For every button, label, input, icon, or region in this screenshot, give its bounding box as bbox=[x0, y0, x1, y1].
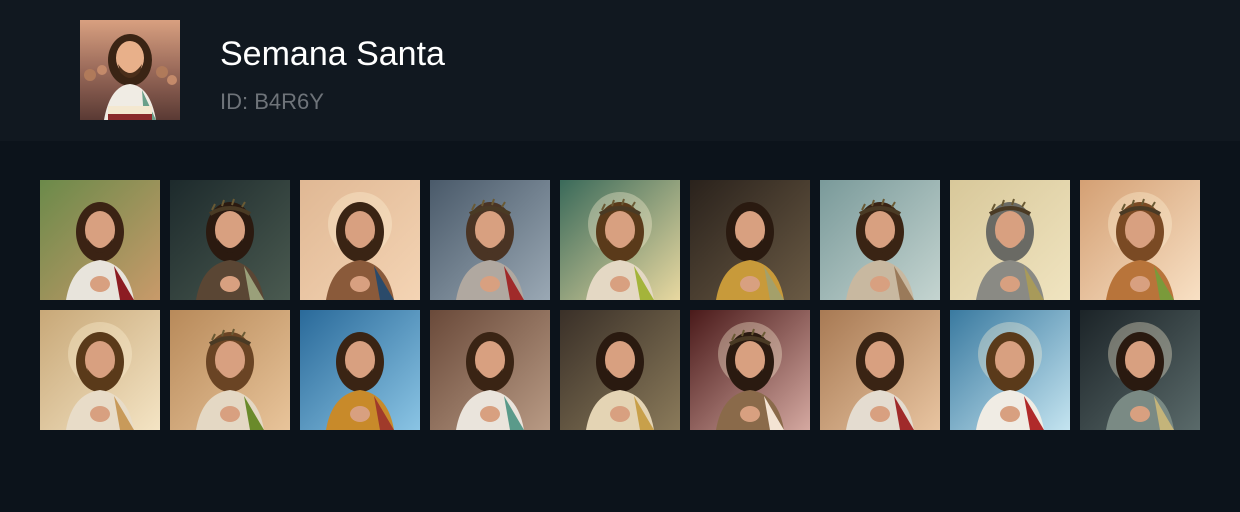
slide-thumbnail[interactable] bbox=[170, 180, 290, 300]
deck-header: Semana Santa ID: B4R6Y bbox=[0, 0, 1240, 141]
deck-id: ID: B4R6Y bbox=[220, 89, 324, 114]
deck-cover-image bbox=[80, 20, 180, 120]
slide-thumbnail[interactable] bbox=[820, 180, 940, 300]
thumbnail-grid bbox=[40, 180, 1200, 430]
slide-thumbnail[interactable] bbox=[40, 310, 160, 430]
slide-thumbnail[interactable] bbox=[40, 180, 160, 300]
deck-title: Semana Santa bbox=[220, 35, 445, 73]
slide-thumbnail[interactable] bbox=[1080, 310, 1200, 430]
slide-thumbnail[interactable] bbox=[950, 310, 1070, 430]
slide-thumbnail[interactable] bbox=[560, 180, 680, 300]
slide-thumbnail[interactable] bbox=[820, 310, 940, 430]
slide-thumbnail[interactable] bbox=[170, 310, 290, 430]
slide-thumbnail[interactable] bbox=[1080, 180, 1200, 300]
slide-thumbnail[interactable] bbox=[300, 310, 420, 430]
slide-thumbnail[interactable] bbox=[560, 310, 680, 430]
slide-thumbnail[interactable] bbox=[950, 180, 1070, 300]
slide-thumbnail[interactable] bbox=[430, 310, 550, 430]
slide-thumbnail[interactable] bbox=[690, 180, 810, 300]
slide-thumbnail[interactable] bbox=[300, 180, 420, 300]
slide-thumbnail[interactable] bbox=[690, 310, 810, 430]
slide-thumbnail[interactable] bbox=[430, 180, 550, 300]
